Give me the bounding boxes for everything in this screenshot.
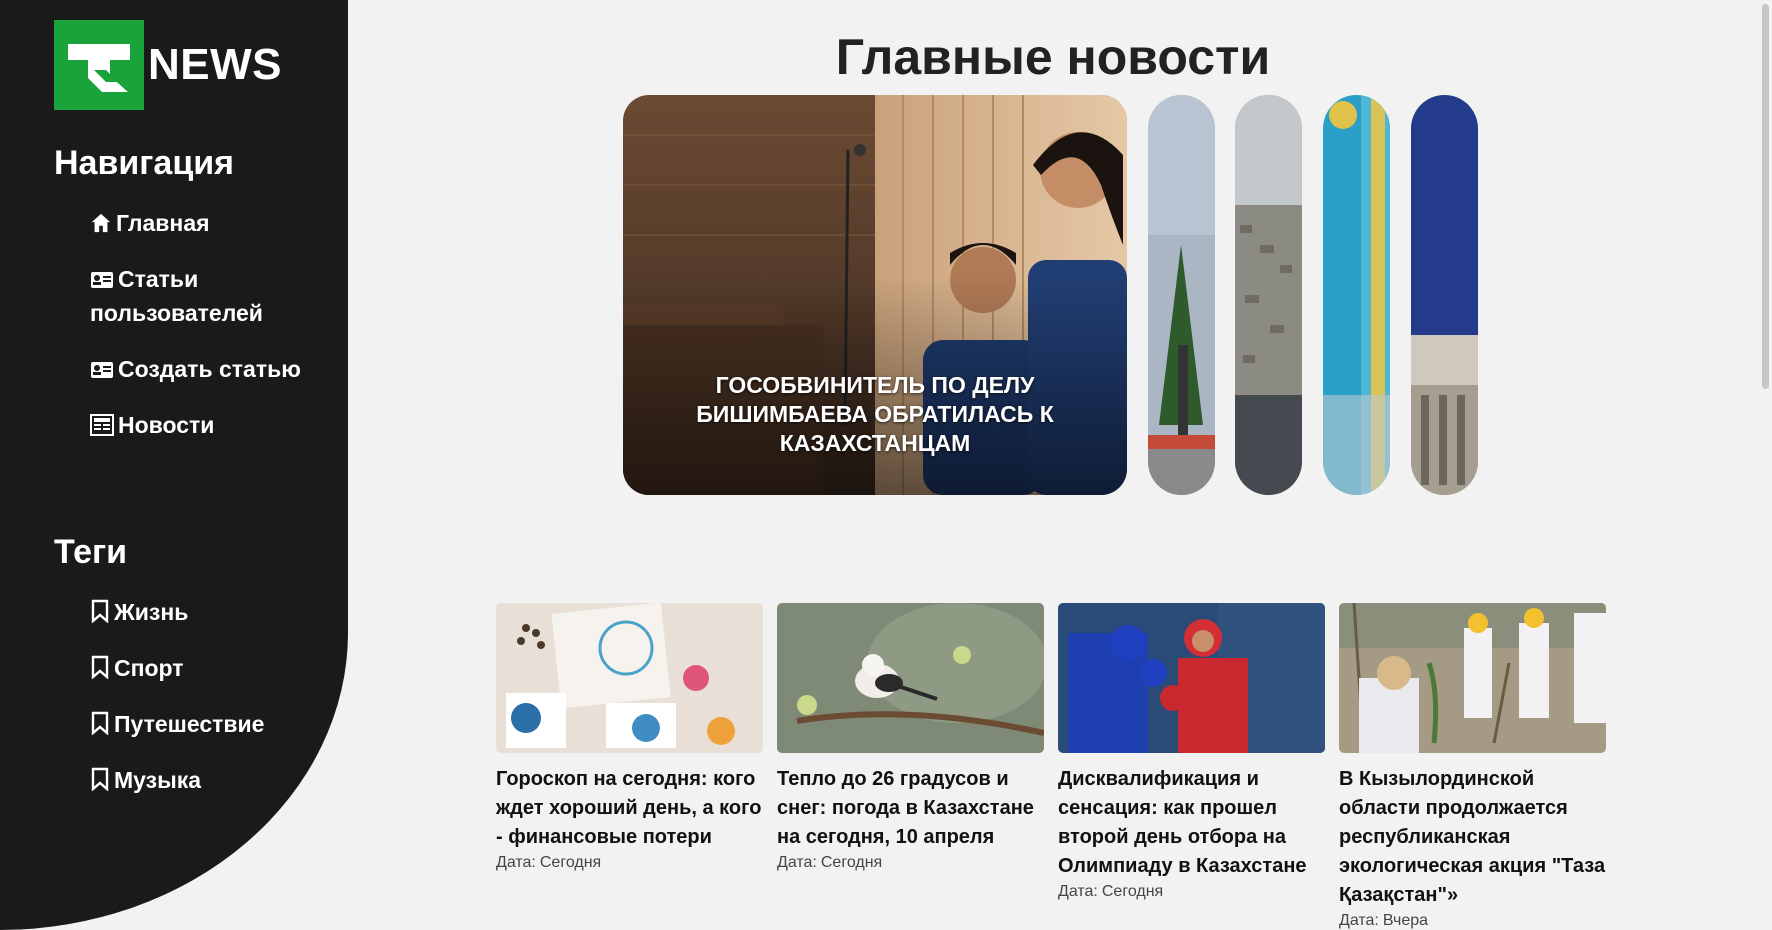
card-title: В Кызылординской области продолжается ре… xyxy=(1339,768,1606,906)
nav-item-news[interactable]: Новости xyxy=(90,408,320,442)
bookmark-icon xyxy=(91,599,109,624)
card-image xyxy=(1339,603,1606,753)
logo-text: NEWS xyxy=(148,40,282,89)
bookmark-icon xyxy=(91,655,109,680)
tag-item-sport[interactable]: Спорт xyxy=(90,651,320,685)
nav-item-user-articles[interactable]: Статьи пользователей xyxy=(90,262,320,330)
id-card-icon xyxy=(91,272,113,288)
nav-item-create-article[interactable]: Создать статью xyxy=(90,352,320,386)
nav-title: Навигация xyxy=(54,144,234,182)
slide-image xyxy=(1411,95,1478,495)
card-title: Гороскоп на сегодня: кого ждет хороший д… xyxy=(496,768,762,848)
slide-image xyxy=(1235,95,1302,495)
page-title: Главные новости xyxy=(835,29,1271,85)
hero-caption: ГОСОБВИНИТЕЛЬ ПО ДЕЛУ БИШИМБАЕВА ОБРАТИЛ… xyxy=(696,372,1054,456)
card-image xyxy=(1058,603,1325,753)
id-card-icon xyxy=(91,362,113,378)
bookmark-icon xyxy=(91,711,109,736)
card-title: Дисквалификация и сенсация: как прошел в… xyxy=(1058,768,1307,877)
news-card[interactable]: Гороскоп на сегодня: кого ждет хороший д… xyxy=(496,603,763,872)
tag-item-music[interactable]: Музыка xyxy=(90,763,320,797)
card-date: Дата: Вчера xyxy=(1339,912,1429,929)
bookmark-icon xyxy=(91,767,109,792)
card-title: Тепло до 26 градусов и снег: погода в Ка… xyxy=(777,768,1034,848)
logo-mark xyxy=(54,20,144,110)
slider-thumb[interactable] xyxy=(1148,95,1215,495)
card-image xyxy=(777,603,1044,753)
tag-list: Жизнь Спорт Путешествие Музыка xyxy=(90,595,320,819)
site-logo[interactable]: NEWS xyxy=(54,20,282,110)
tag-item-life[interactable]: Жизнь xyxy=(90,595,320,629)
card-image xyxy=(496,603,763,753)
news-card[interactable]: Тепло до 26 градусов и снег: погода в Ка… xyxy=(777,603,1044,872)
slider-thumb[interactable] xyxy=(1411,95,1478,495)
scrollbar-thumb[interactable] xyxy=(1762,4,1769,389)
slide-image xyxy=(1323,95,1390,495)
slider-thumb[interactable] xyxy=(1235,95,1302,495)
nav-item-home[interactable]: Главная xyxy=(90,206,320,240)
sidebar: NEWS Навигация Главная Статьи пользовате… xyxy=(0,0,348,930)
home-icon xyxy=(91,213,111,233)
tag-item-travel[interactable]: Путешествие xyxy=(90,707,320,741)
hero-slide[interactable]: ГОСОБВИНИТЕЛЬ ПО ДЕЛУ БИШИМБАЕВА ОБРАТИЛ… xyxy=(623,95,1127,495)
slide-image xyxy=(1148,95,1215,495)
news-card[interactable]: Дисквалификация и сенсация: как прошел в… xyxy=(1058,603,1325,901)
card-date: Дата: Сегодня xyxy=(1058,883,1164,900)
nav-list: Главная Статьи пользователей Создать ста… xyxy=(90,206,320,464)
scrollbar[interactable] xyxy=(1758,0,1772,930)
card-date: Дата: Сегодня xyxy=(777,854,883,871)
tags-title: Теги xyxy=(54,533,128,571)
card-date: Дата: Сегодня xyxy=(496,854,602,871)
news-card[interactable]: В Кызылординской области продолжается ре… xyxy=(1339,603,1606,930)
slider-thumb[interactable] xyxy=(1323,95,1390,495)
newspaper-icon xyxy=(90,414,114,436)
